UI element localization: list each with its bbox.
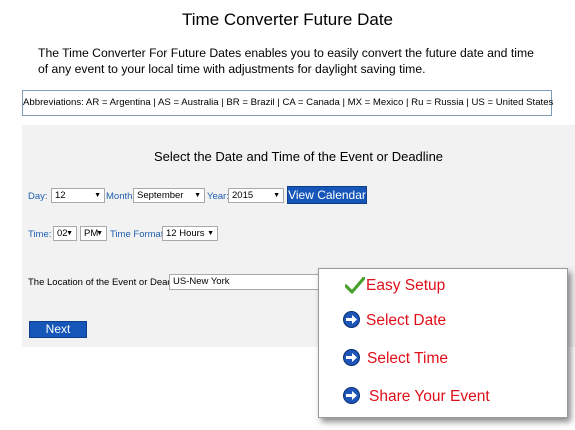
dropdown-arrow-icon: ▼ bbox=[207, 230, 214, 237]
year-select[interactable]: 2015 ▼ bbox=[228, 188, 284, 203]
view-calendar-button[interactable]: View Calendar bbox=[287, 186, 367, 204]
arrow-circle-icon bbox=[343, 349, 360, 366]
hour-select[interactable]: 02 ▼ bbox=[53, 226, 77, 241]
day-value: 12 bbox=[55, 190, 66, 201]
month-select[interactable]: September ▼ bbox=[133, 188, 205, 203]
share-your-event-label: Share Your Event bbox=[369, 388, 490, 405]
dropdown-arrow-icon: ▼ bbox=[94, 192, 101, 199]
dropdown-arrow-icon: ▼ bbox=[194, 192, 201, 199]
intro-line-2: of any event to your local time with adj… bbox=[38, 62, 426, 76]
arrow-circle-icon bbox=[343, 387, 360, 404]
easy-setup-label: Easy Setup bbox=[366, 277, 446, 294]
intro-line-1: The Time Converter For Future Dates enab… bbox=[38, 46, 534, 60]
month-value: September bbox=[137, 190, 184, 201]
time-format-label: Time Format: bbox=[110, 229, 167, 240]
checkmark-icon bbox=[344, 276, 366, 300]
next-button[interactable]: Next bbox=[29, 321, 87, 338]
location-label: The Location of the Event or Deadline: bbox=[28, 277, 191, 288]
day-select[interactable]: 12 ▼ bbox=[51, 188, 105, 203]
month-label: Month: bbox=[106, 191, 136, 202]
year-label: Year: bbox=[207, 191, 229, 202]
select-time-label: Select Time bbox=[367, 350, 448, 367]
year-value: 2015 bbox=[232, 190, 254, 201]
abbreviations-box: Abbreviations: AR = Argentina | AS = Aus… bbox=[22, 90, 553, 116]
dropdown-arrow-icon: ▼ bbox=[96, 230, 103, 237]
arrow-circle-icon bbox=[343, 311, 360, 328]
ampm-select[interactable]: PM ▼ bbox=[80, 226, 107, 241]
dropdown-arrow-icon: ▼ bbox=[66, 230, 73, 237]
day-label: Day: bbox=[28, 191, 48, 202]
location-input[interactable]: US-New York bbox=[169, 274, 319, 290]
features-card: Easy Setup Select Date Select Time Share… bbox=[318, 268, 568, 418]
form-heading: Select the Date and Time of the Event or… bbox=[153, 149, 444, 164]
page-title: Time Converter Future Date bbox=[182, 10, 393, 29]
time-format-select[interactable]: 12 Hours ▼ bbox=[162, 226, 218, 241]
dropdown-arrow-icon: ▼ bbox=[273, 192, 280, 199]
time-label: Time: bbox=[28, 229, 52, 240]
time-format-value: 12 Hours bbox=[166, 228, 205, 239]
select-date-label: Select Date bbox=[366, 312, 447, 329]
